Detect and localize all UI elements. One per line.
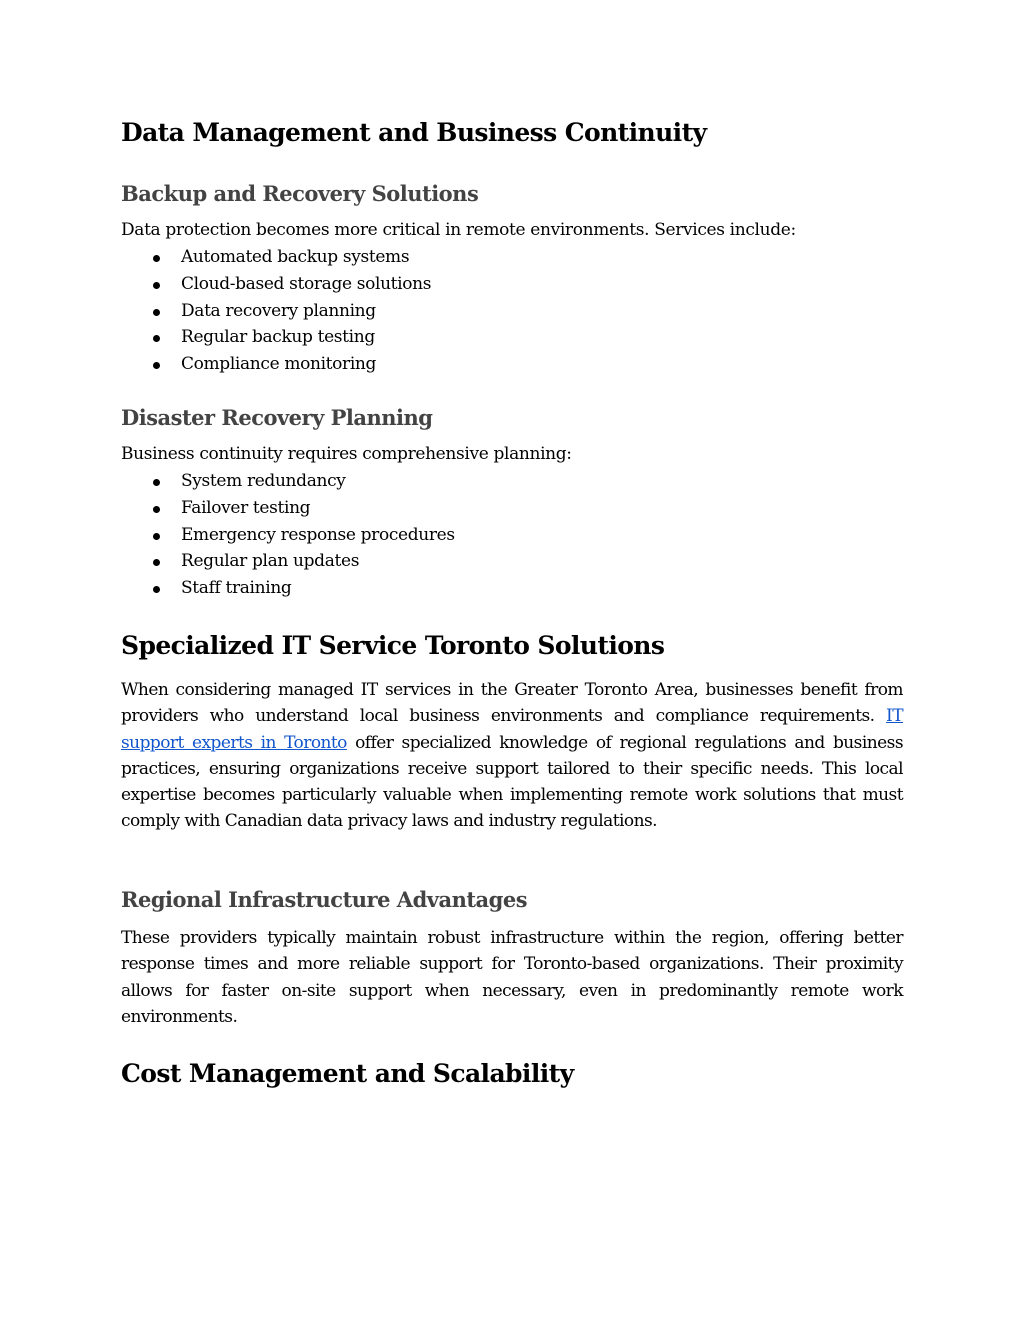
bullet-icon — [153, 559, 160, 567]
heading-cost-management: Cost Management and Scalability — [121, 1059, 574, 1088]
bullet-icon — [153, 308, 160, 316]
list-item: Emergency response procedures — [121, 522, 455, 549]
list-item: Cloud-based storage solutions — [121, 271, 431, 298]
bullet-icon — [153, 586, 160, 594]
backup-intro: Data protection becomes more critical in… — [121, 220, 796, 240]
list-item: Compliance monitoring — [121, 351, 431, 378]
bullet-icon — [153, 255, 160, 262]
heading-data-management: Data Management and Business Continuity — [121, 118, 707, 147]
list-item: Regular plan updates — [121, 548, 455, 575]
backup-services-list: Automated backup systems Cloud-based sto… — [121, 244, 431, 378]
bullet-icon — [153, 362, 160, 370]
bullet-icon — [153, 281, 160, 289]
disaster-intro: Business continuity requires comprehensi… — [121, 444, 572, 464]
bullet-icon — [153, 532, 160, 540]
disaster-planning-list: System redundancy Failover testing Emerg… — [121, 468, 455, 602]
subheading-backup-recovery: Backup and Recovery Solutions — [121, 181, 479, 206]
list-item: Data recovery planning — [121, 298, 431, 325]
list-item: Automated backup systems — [121, 244, 431, 271]
subheading-regional-infrastructure: Regional Infrastructure Advantages — [121, 887, 528, 912]
bullet-icon — [153, 505, 160, 513]
heading-specialized-it: Specialized IT Service Toronto Solutions — [121, 631, 665, 660]
bullet-icon — [153, 335, 160, 343]
specialized-paragraph: When considering managed IT services in … — [121, 680, 904, 832]
bullet-icon — [153, 479, 160, 486]
list-item: System redundancy — [121, 468, 455, 495]
list-item: Failover testing — [121, 495, 455, 522]
subheading-disaster-recovery: Disaster Recovery Planning — [121, 405, 433, 430]
regional-paragraph: These providers typically maintain robus… — [121, 928, 904, 1027]
list-item: Staff training — [121, 575, 455, 602]
list-item: Regular backup testing — [121, 324, 431, 351]
